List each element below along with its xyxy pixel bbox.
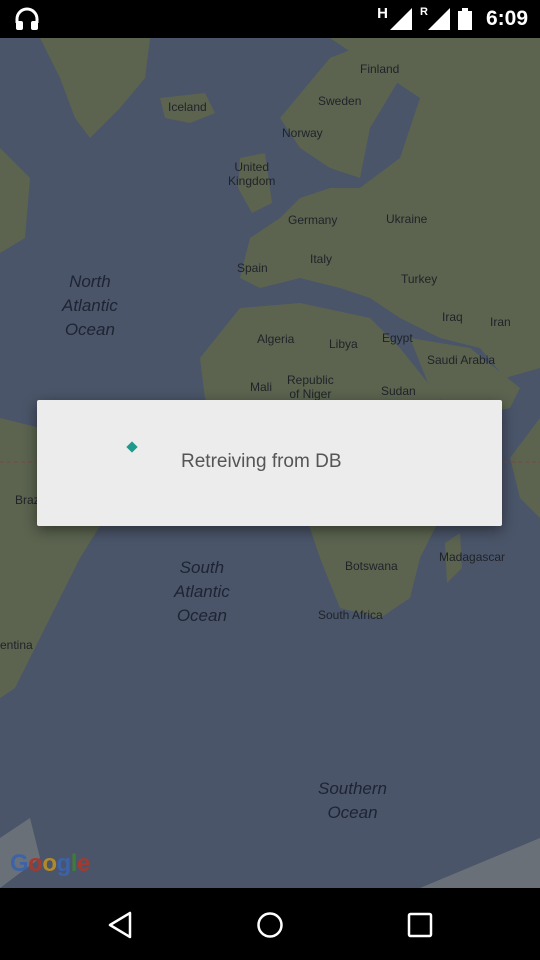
map-label-finland: Finland <box>360 62 400 76</box>
map-label-iceland: Iceland <box>168 100 207 114</box>
north-america-shape <box>0 148 30 253</box>
ocean-label-north-atlantic: North Atlantic Ocean <box>62 272 118 339</box>
map-label-iran: Iran <box>490 315 511 329</box>
headphones-icon <box>14 6 40 37</box>
map-label-algeria: Algeria <box>257 332 295 346</box>
asia-edge-shape <box>510 418 540 518</box>
network-type-label: H <box>377 4 389 22</box>
status-bar: H R 6:09 <box>0 0 540 38</box>
roaming-signal-icon <box>427 8 450 30</box>
map-label-republic-of-niger: Republic of Niger <box>287 373 334 401</box>
clock: 6:09 <box>485 7 528 30</box>
map-label-botswana: Botswana <box>345 559 398 573</box>
map-label-mali: Mali <box>250 380 273 394</box>
home-icon[interactable] <box>255 910 285 940</box>
map-label-brazil: Braz <box>15 493 40 507</box>
google-logo[interactable]: Google <box>10 850 90 878</box>
progress-dialog-message: Retreiving from DB <box>181 451 342 472</box>
map-label-libya: Libya <box>329 337 358 351</box>
ocean-label-southern: Southern Ocean <box>318 779 387 822</box>
map-label-saudi-arabia: Saudi Arabia <box>427 353 496 367</box>
ocean-label-south-atlantic: South Atlantic Ocean <box>174 558 230 625</box>
map-label-italy: Italy <box>310 252 333 266</box>
signal-icon <box>390 8 413 30</box>
greenland-shape <box>40 38 150 138</box>
back-icon[interactable] <box>106 910 136 940</box>
recents-icon[interactable] <box>405 910 435 940</box>
map-label-egypt: Egypt <box>382 331 413 345</box>
navigation-bar <box>0 888 540 960</box>
roaming-label: R <box>420 6 428 18</box>
map-label-sudan: Sudan <box>381 384 416 398</box>
map-label-madagascar: Madagascar <box>439 550 506 564</box>
map-label-south-africa: South Africa <box>318 608 383 622</box>
map-label-iraq: Iraq <box>442 310 463 324</box>
battery-icon <box>457 8 472 30</box>
antarctica-shape <box>420 838 540 888</box>
map-label-argentina: entina <box>0 638 33 652</box>
map-label-germany: Germany <box>288 213 338 227</box>
map-label-united-kingdom: United Kingdom <box>228 160 276 188</box>
map-label-spain: Spain <box>237 261 268 275</box>
map-label-turkey: Turkey <box>401 272 438 286</box>
map-label-norway: Norway <box>282 126 323 140</box>
map-label-ukraine: Ukraine <box>386 212 428 226</box>
map-label-sweden: Sweden <box>318 94 362 108</box>
